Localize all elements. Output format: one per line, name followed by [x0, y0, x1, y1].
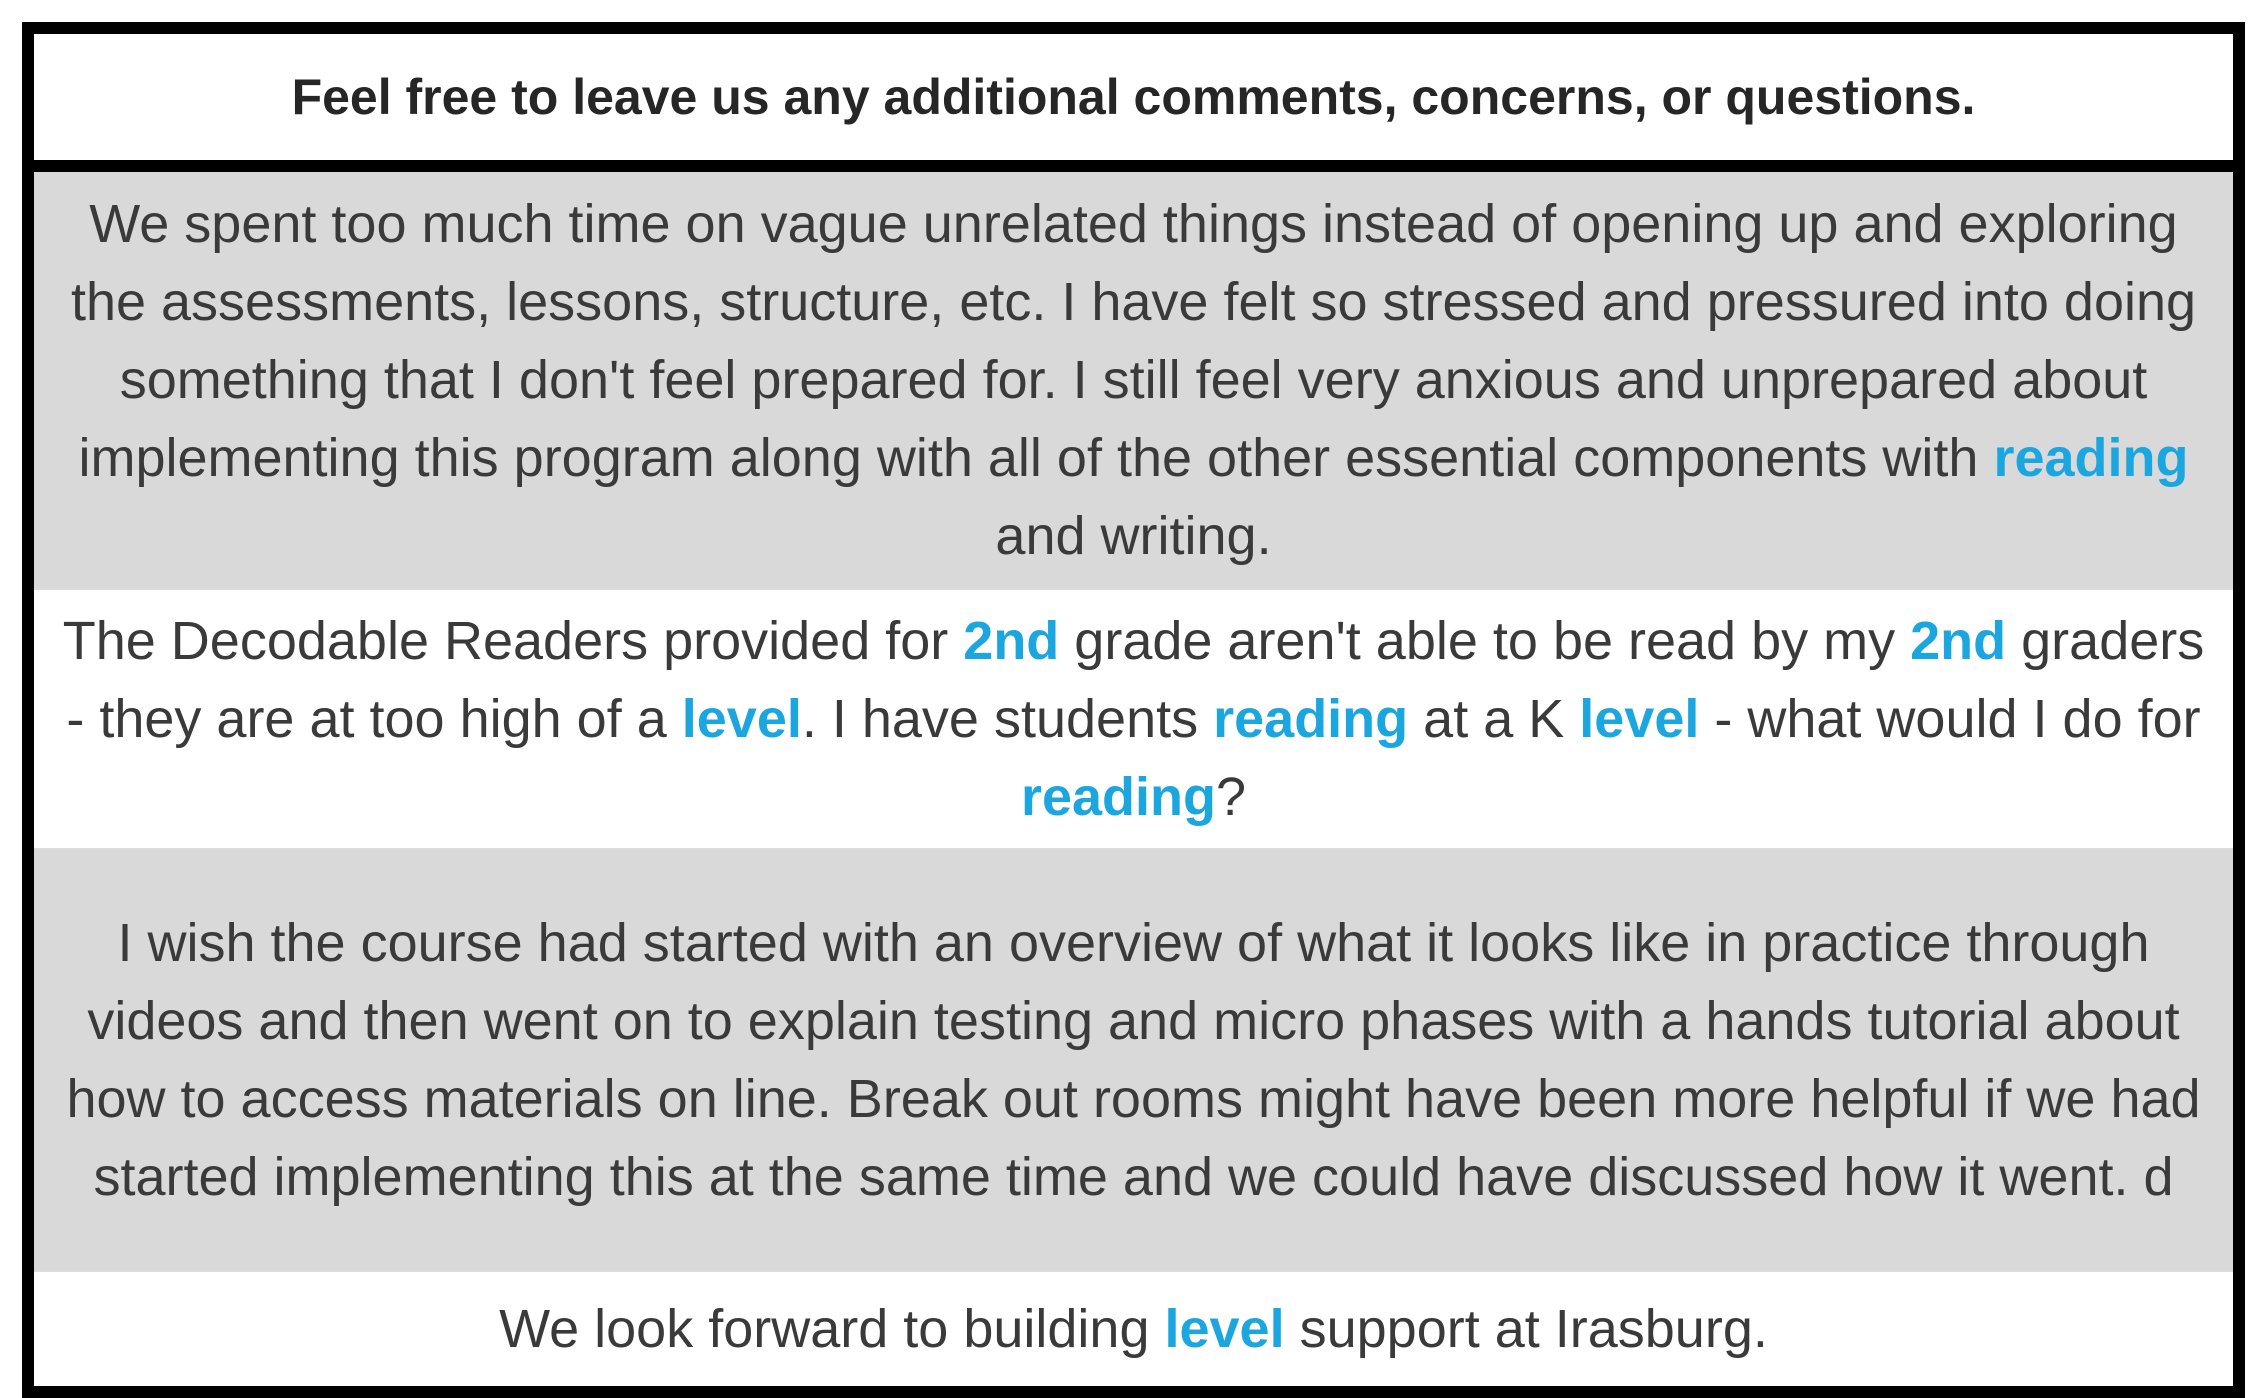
comment-row: The Decodable Readers provided for 2nd g…	[34, 590, 2233, 850]
comment-text-segment: . I have students	[801, 689, 1214, 749]
comment-text-segment: I wish the course had started with an ov…	[66, 913, 2201, 1207]
keyword-highlight: level	[1579, 689, 1700, 749]
comment-row: We spent too much time on vague unrelate…	[34, 172, 2233, 590]
comment-text-segment: support at Irasburg.	[1284, 1299, 1768, 1359]
keyword-highlight: 2nd	[1910, 611, 2007, 671]
keyword-highlight: reading	[1993, 428, 2189, 488]
comments-list: We spent too much time on vague unrelate…	[34, 172, 2233, 1386]
comment-text-segment: at a K	[1408, 689, 1580, 749]
header-title: Feel free to leave us any additional com…	[291, 69, 1976, 125]
comment-row: I wish the course had started with an ov…	[34, 850, 2233, 1272]
keyword-highlight: 2nd	[963, 611, 1060, 671]
comment-text: I wish the course had started with an ov…	[54, 904, 2213, 1216]
keyword-highlight: level	[681, 689, 802, 749]
comment-text: We look forward to building level suppor…	[499, 1290, 1768, 1368]
comment-text-segment: - what would I do for	[1699, 689, 2201, 749]
comment-text-segment: We spent too much time on vague unrelate…	[70, 194, 2197, 488]
comments-table: Feel free to leave us any additional com…	[22, 22, 2245, 1398]
comment-text-segment: grade aren't able to be read by my	[1059, 611, 1911, 671]
comment-text-segment: ?	[1216, 767, 1247, 827]
comment-text-segment: and writing.	[995, 506, 1272, 566]
comment-text: We spent too much time on vague unrelate…	[54, 185, 2213, 575]
comment-text: The Decodable Readers provided for 2nd g…	[54, 602, 2213, 836]
comment-row: We look forward to building level suppor…	[34, 1272, 2233, 1386]
comment-text-segment: The Decodable Readers provided for	[62, 611, 964, 671]
keyword-highlight: reading	[1213, 689, 1409, 749]
table-header: Feel free to leave us any additional com…	[34, 34, 2233, 172]
keyword-highlight: reading	[1020, 767, 1216, 827]
keyword-highlight: level	[1164, 1299, 1285, 1359]
comment-text-segment: We look forward to building	[499, 1299, 1165, 1359]
